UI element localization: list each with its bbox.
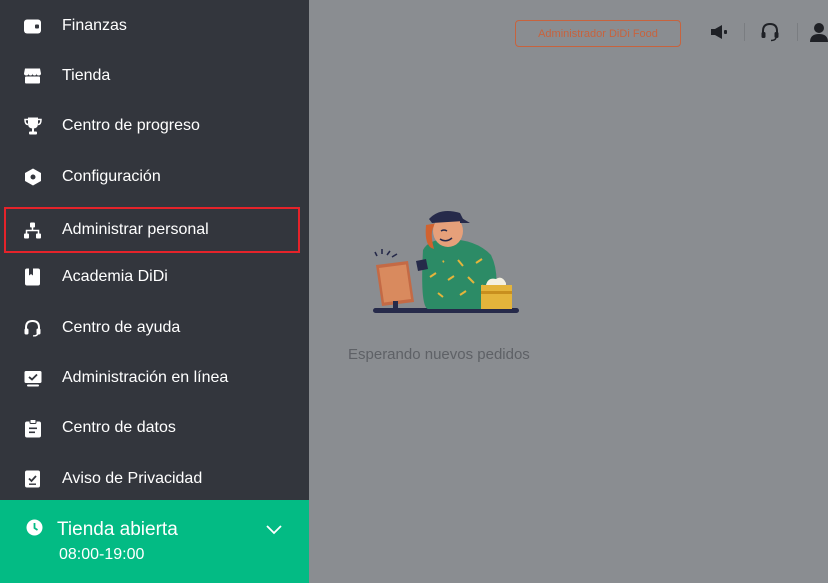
user-icon[interactable] bbox=[810, 22, 828, 42]
store-icon bbox=[23, 67, 42, 86]
monitor-check-icon bbox=[23, 369, 42, 388]
sidebar-item-centro-de-datos[interactable]: Centro de datos bbox=[0, 403, 309, 453]
sidebar-item-label: Administración en línea bbox=[62, 369, 229, 386]
headset-icon[interactable] bbox=[760, 22, 780, 42]
sidebar-item-label: Centro de ayuda bbox=[62, 319, 181, 336]
header-divider bbox=[797, 23, 798, 41]
sidebar-item-administracion-en-linea[interactable]: Administración en línea bbox=[0, 353, 309, 403]
megaphone-icon[interactable] bbox=[709, 22, 729, 42]
empty-orders-message: Esperando nuevos pedidos bbox=[348, 346, 530, 363]
admin-didi-food-button[interactable]: Administrador DiDi Food bbox=[515, 20, 681, 47]
store-status-toggle[interactable]: Tienda abierta 08:00-19:00 bbox=[0, 500, 309, 583]
sidebar-item-aviso-de-privacidad[interactable]: Aviso de Privacidad bbox=[0, 454, 309, 504]
document-check-icon bbox=[23, 470, 42, 489]
book-icon bbox=[23, 268, 42, 287]
sidebar-item-academia-didi[interactable]: Academia DiDi bbox=[0, 252, 309, 302]
wallet-icon bbox=[23, 17, 42, 36]
waiting-orders-illustration bbox=[368, 205, 528, 320]
clipboard-icon bbox=[23, 419, 42, 438]
sidebar-item-label: Administrar personal bbox=[62, 221, 209, 238]
settings-icon bbox=[23, 168, 42, 187]
sidebar-item-centro-de-ayuda[interactable]: Centro de ayuda bbox=[0, 303, 309, 353]
sidebar-item-label: Finanzas bbox=[62, 17, 127, 34]
sidebar-item-label: Aviso de Privacidad bbox=[62, 470, 203, 487]
clock-icon bbox=[26, 519, 43, 536]
sidebar-item-label: Centro de progreso bbox=[62, 117, 200, 134]
sidebar-item-configuracion[interactable]: Configuración bbox=[0, 152, 309, 202]
sidebar-item-label: Centro de datos bbox=[62, 419, 176, 436]
sidebar: Finanzas Tienda Centro de progreso Confi… bbox=[0, 0, 309, 583]
store-status-label: Tienda abierta bbox=[57, 519, 178, 540]
trophy-icon bbox=[23, 117, 42, 136]
sidebar-item-label: Configuración bbox=[62, 168, 161, 185]
sidebar-item-label: Academia DiDi bbox=[62, 268, 168, 285]
header-divider bbox=[744, 23, 745, 41]
sidebar-item-tienda[interactable]: Tienda bbox=[0, 51, 309, 101]
sidebar-item-administrar-personal[interactable]: Administrar personal bbox=[4, 207, 300, 253]
chevron-down-icon[interactable] bbox=[266, 522, 282, 535]
org-chart-icon bbox=[23, 221, 42, 240]
headset-icon bbox=[23, 319, 42, 338]
sidebar-item-finanzas[interactable]: Finanzas bbox=[0, 1, 309, 51]
sidebar-item-label: Tienda bbox=[62, 67, 111, 84]
sidebar-item-centro-de-progreso[interactable]: Centro de progreso bbox=[0, 101, 309, 151]
store-hours: 08:00-19:00 bbox=[59, 546, 145, 563]
